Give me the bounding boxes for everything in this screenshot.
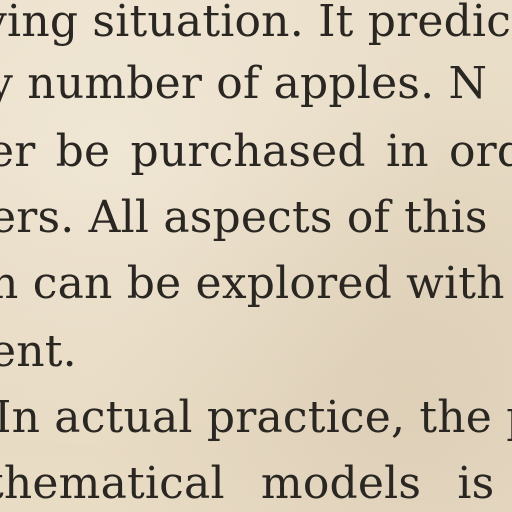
text-line-8: thematical models is bbox=[0, 458, 495, 509]
text-line-7: In actual practice, the p bbox=[0, 392, 512, 443]
text-line-3: er be purchased in ord bbox=[0, 126, 512, 177]
text-line-6: ent. bbox=[0, 326, 77, 377]
text-line-1: ying situation. It predic bbox=[0, 0, 512, 47]
text-line-2: y number of apples. N bbox=[0, 58, 488, 109]
text-line-5: n can be explored with bbox=[0, 258, 505, 309]
scanned-page: ying situation. It predic y number of ap… bbox=[0, 0, 512, 512]
text-line-4: ers. All aspects of this bbox=[0, 192, 488, 243]
